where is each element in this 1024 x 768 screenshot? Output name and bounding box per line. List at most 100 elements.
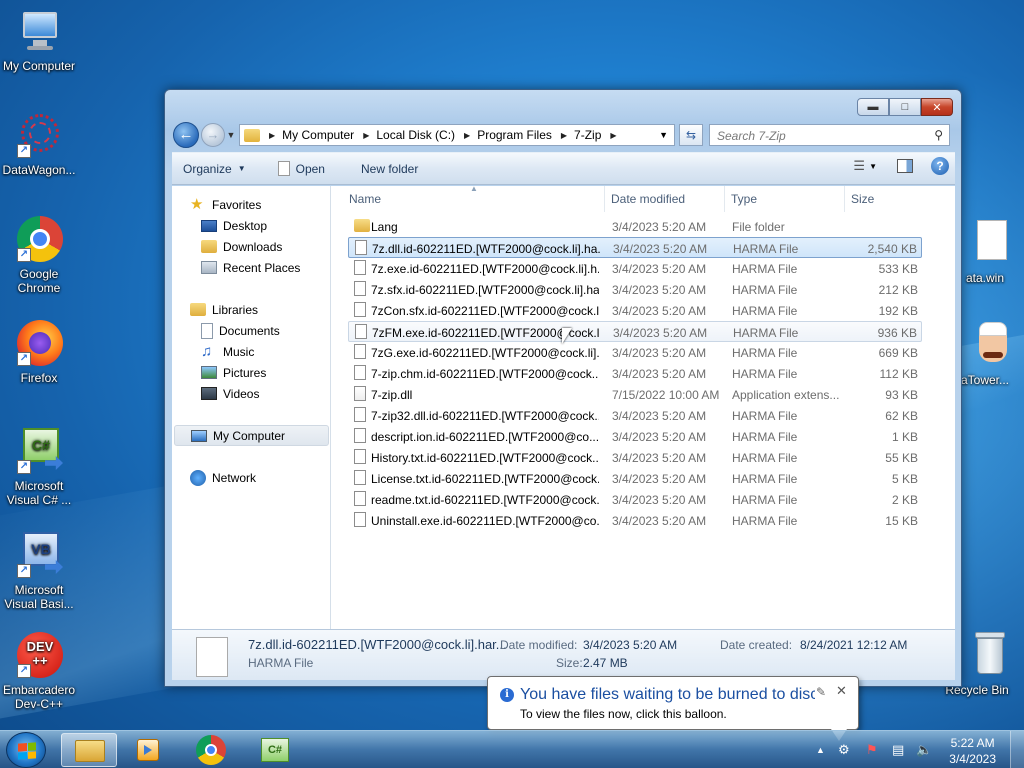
breadcrumb-separator-icon[interactable]: ▶: [464, 131, 470, 140]
action-center-flag-icon[interactable]: ⚑: [866, 742, 878, 758]
show-hidden-icons-button[interactable]: ▲: [816, 745, 825, 755]
close-button[interactable]: ✕: [921, 98, 953, 116]
volume-icon[interactable]: 🔈: [916, 742, 932, 758]
breadcrumb-7zip[interactable]: 7-Zip: [574, 128, 601, 142]
file-name: 7z.exe.id-602211ED.[WTF2000@cock.li].h..…: [371, 262, 599, 276]
desktop-icon-datawagon[interactable]: ↗ DataWagon...: [0, 112, 78, 177]
nav-recent-places[interactable]: Recent Places: [172, 257, 331, 278]
file-row[interactable]: 7-zip.chm.id-602211ED.[WTF2000@cock.... 3…: [348, 363, 922, 384]
file-type: HARMA File: [732, 472, 798, 486]
desktop-icon-my-computer[interactable]: My Computer: [0, 8, 78, 73]
nav-favorites[interactable]: ★ Favorites: [172, 194, 331, 215]
back-button[interactable]: ←: [173, 122, 199, 148]
nav-desktop[interactable]: Desktop: [172, 215, 331, 236]
file-row[interactable]: 7-zip.dll 7/15/2022 10:00 AM Application e…: [348, 384, 922, 405]
change-view-icon[interactable]: ☰: [853, 158, 865, 174]
address-dropdown-icon[interactable]: ▼: [659, 130, 668, 140]
file-icon: [961, 220, 1009, 268]
file-size: 533 KB: [878, 262, 918, 276]
preview-pane-icon[interactable]: [897, 159, 913, 173]
network-tray-icon[interactable]: ▤: [892, 742, 904, 758]
nav-my-computer[interactable]: My Computer: [174, 425, 329, 446]
breadcrumb-separator-icon[interactable]: ▶: [561, 131, 567, 140]
column-size[interactable]: Size: [851, 192, 874, 206]
desktop-icon-devcpp[interactable]: DEV ++ ↗ Embarcadero Dev-C++: [0, 632, 78, 711]
details-date-modified-label: Date modified:: [500, 638, 578, 652]
file-row[interactable]: 7zFM.exe.id-602211ED.[WTF2000@cock.li...…: [348, 321, 922, 342]
system-clock[interactable]: 5:22 AM 3/4/2023: [949, 735, 996, 767]
file-date-modified: 3/4/2023 5:20 AM: [612, 514, 707, 528]
balloon-close-button[interactable]: ✕: [836, 683, 847, 699]
desktop-icon-visual-csharp[interactable]: C# ↗ Microsoft Visual C# ...: [0, 428, 78, 507]
open-button[interactable]: Open: [267, 161, 336, 176]
breadcrumb-program-files[interactable]: Program Files: [477, 128, 552, 142]
file-type: File folder: [732, 220, 785, 234]
breadcrumb-my-computer[interactable]: My Computer: [282, 128, 354, 142]
pictures-icon: [201, 366, 217, 379]
start-button[interactable]: [6, 732, 46, 768]
nav-libraries[interactable]: Libraries: [172, 299, 331, 320]
nav-network[interactable]: Network: [172, 467, 331, 488]
info-icon: i: [500, 688, 514, 702]
search-input[interactable]: Search 7-Zip ⚲: [709, 124, 950, 146]
column-name[interactable]: Name: [349, 192, 381, 206]
breadcrumb-separator-icon[interactable]: ▶: [269, 131, 275, 140]
file-icon: [354, 365, 366, 380]
explorer-folder-icon: [75, 740, 105, 762]
file-row[interactable]: 7zCon.sfx.id-602211ED.[WTF2000@cock.l...…: [348, 300, 922, 321]
file-type: HARMA File: [733, 242, 799, 256]
file-row[interactable]: Lang 3/4/2023 5:20 AM File folder: [348, 216, 922, 237]
burn-tray-icon[interactable]: ⚙: [838, 742, 850, 758]
minimize-button[interactable]: ▬: [857, 98, 889, 116]
file-row[interactable]: descript.ion.id-602211ED.[WTF2000@co... 3…: [348, 426, 922, 447]
file-size: 55 KB: [885, 451, 918, 465]
file-icon: [354, 428, 366, 443]
nav-downloads[interactable]: Downloads: [172, 236, 331, 257]
file-icon: [354, 491, 366, 506]
burn-notification-balloon[interactable]: i You have files waiting to be burned to…: [487, 676, 859, 741]
file-row[interactable]: readme.txt.id-602211ED.[WTF2000@cock....…: [348, 489, 922, 510]
desktop-icon-chrome[interactable]: ↗ Google Chrome: [0, 216, 78, 295]
show-desktop-button[interactable]: [1010, 731, 1024, 768]
refresh-button[interactable]: ⇆: [679, 124, 703, 146]
nav-music[interactable]: ♫ Music: [172, 341, 331, 362]
file-row[interactable]: Uninstall.exe.id-602211ED.[WTF2000@co...…: [348, 510, 922, 531]
desktop-icon-firefox[interactable]: ↗ Firefox: [0, 320, 78, 385]
recent-pages-dropdown[interactable]: ▼: [225, 130, 237, 140]
file-row[interactable]: 7z.dll.id-602211ED.[WTF2000@cock.li].ha.…: [348, 237, 922, 258]
file-date-modified: 3/4/2023 5:20 AM: [612, 220, 707, 234]
file-row[interactable]: 7-zip32.dll.id-602211ED.[WTF2000@cock...…: [348, 405, 922, 426]
maximize-button[interactable]: □: [889, 98, 921, 116]
file-row[interactable]: 7zG.exe.id-602211ED.[WTF2000@cock.li]...…: [348, 342, 922, 363]
file-row[interactable]: 7z.sfx.id-602211ED.[WTF2000@cock.li].ha.…: [348, 279, 922, 300]
details-date-modified: 3/4/2023 5:20 AM: [583, 638, 678, 652]
column-type[interactable]: Type: [731, 192, 757, 206]
address-bar[interactable]: ▶ My Computer ▶ Local Disk (C:) ▶ Progra…: [239, 124, 675, 146]
nav-videos[interactable]: Videos: [172, 383, 331, 404]
desktop-icon-visual-basic[interactable]: VB ↗ Microsoft Visual Basi...: [0, 532, 78, 611]
new-folder-button[interactable]: New folder: [350, 162, 429, 176]
search-icon[interactable]: ⚲: [934, 128, 943, 142]
computer-icon: [15, 8, 63, 56]
taskbar-media-player-button[interactable]: [121, 733, 177, 767]
organize-button[interactable]: Organize ▼: [172, 162, 257, 176]
view-dropdown-icon[interactable]: ▼: [869, 162, 877, 171]
file-name: readme.txt.id-602211ED.[WTF2000@cock....: [371, 493, 599, 507]
nav-pictures[interactable]: Pictures: [172, 362, 331, 383]
breadcrumb-separator-icon[interactable]: ▶: [363, 131, 369, 140]
pin-icon[interactable]: ✎: [816, 685, 826, 699]
file-row[interactable]: History.txt.id-602211ED.[WTF2000@cock...…: [348, 447, 922, 468]
chevron-down-icon: ▼: [237, 164, 246, 173]
taskbar-explorer-button[interactable]: [61, 733, 117, 767]
breadcrumb-separator-icon[interactable]: ▶: [610, 131, 616, 140]
taskbar-chrome-button[interactable]: [184, 733, 240, 767]
forward-button[interactable]: →: [201, 123, 225, 147]
help-icon[interactable]: ?: [931, 157, 949, 175]
file-type: Application extens...: [732, 388, 840, 402]
file-row[interactable]: 7z.exe.id-602211ED.[WTF2000@cock.li].h..…: [348, 258, 922, 279]
taskbar-visual-csharp-button[interactable]: C#: [247, 733, 303, 767]
nav-documents[interactable]: Documents: [172, 320, 331, 341]
breadcrumb-local-disk[interactable]: Local Disk (C:): [376, 128, 455, 142]
column-date-modified[interactable]: Date modified: [611, 192, 685, 206]
file-row[interactable]: License.txt.id-602211ED.[WTF2000@cock...…: [348, 468, 922, 489]
